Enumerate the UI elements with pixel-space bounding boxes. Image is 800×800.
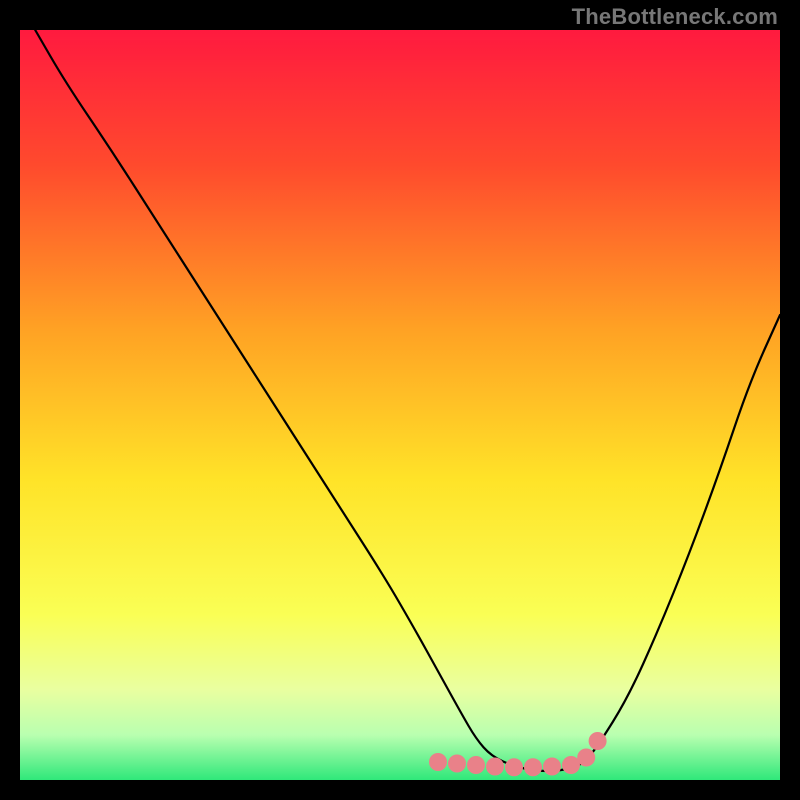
marker-point bbox=[543, 758, 561, 776]
marker-point bbox=[467, 756, 485, 774]
marker-point bbox=[505, 758, 523, 776]
marker-point bbox=[486, 758, 504, 776]
plot-background bbox=[20, 30, 780, 780]
marker-point bbox=[448, 755, 466, 773]
chart-svg bbox=[0, 0, 800, 800]
watermark-text: TheBottleneck.com bbox=[572, 4, 778, 30]
marker-point bbox=[524, 758, 542, 776]
marker-point bbox=[589, 732, 607, 750]
marker-point bbox=[577, 749, 595, 767]
bottleneck-chart: TheBottleneck.com bbox=[0, 0, 800, 800]
marker-point bbox=[429, 753, 447, 771]
